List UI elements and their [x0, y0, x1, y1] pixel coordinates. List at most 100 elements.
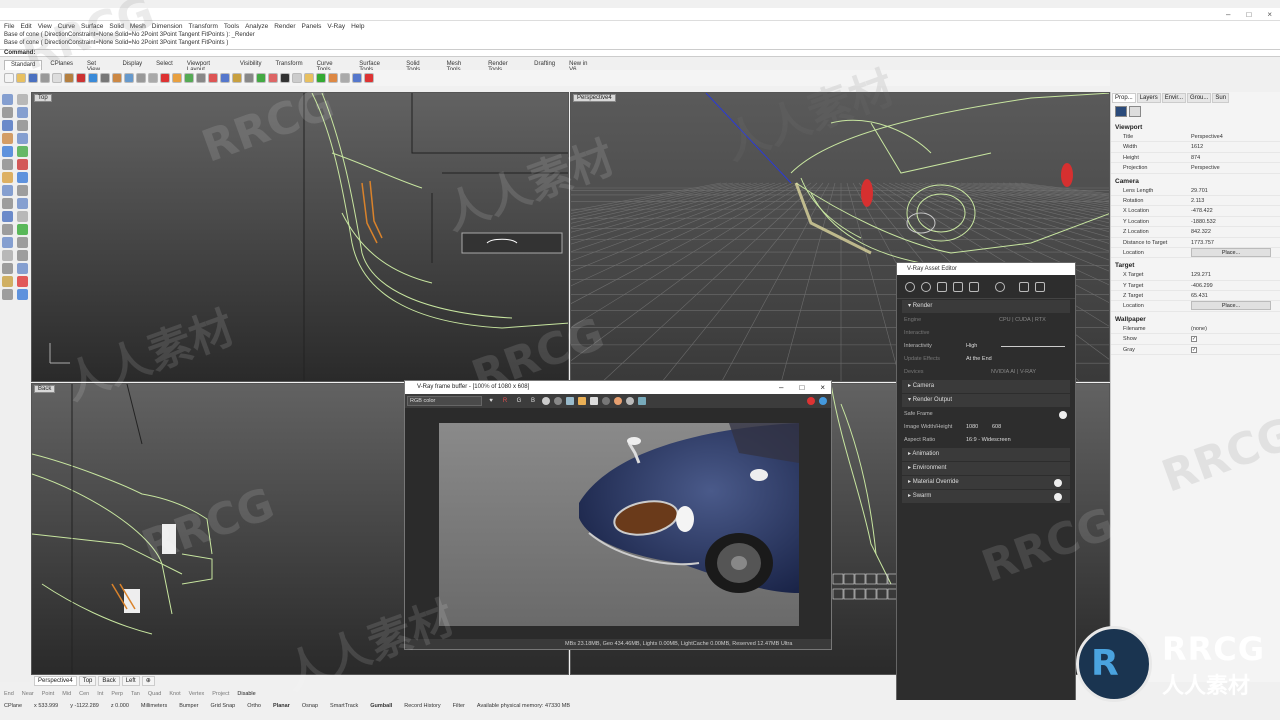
devices-value[interactable]: NVIDIA AI | V-RAY	[991, 366, 1036, 379]
history-icon[interactable]	[638, 397, 646, 405]
render-settings-icon[interactable]	[995, 281, 1005, 292]
tool-icon[interactable]	[2, 289, 13, 300]
target-prop-value[interactable]: 65.431	[1191, 291, 1280, 300]
green-channel-button[interactable]: G	[514, 398, 524, 404]
menu-solid[interactable]: Solid	[109, 23, 123, 30]
tool-icon[interactable]	[2, 263, 13, 274]
textures-icon[interactable]	[969, 281, 979, 292]
render-section[interactable]: ▾ Render	[902, 300, 1070, 313]
record-history-toggle[interactable]: Record History	[404, 703, 440, 709]
menu-file[interactable]: File	[4, 23, 14, 30]
animation-section[interactable]: ▸ Animation	[902, 448, 1070, 461]
tab-transform[interactable]: Transform	[269, 60, 308, 70]
tab-cplanes[interactable]: CPlanes	[44, 60, 79, 70]
toolbar-tool-icon[interactable]	[316, 73, 326, 83]
osnap-toggle[interactable]: Osnap	[302, 703, 318, 709]
toolbar-tool-icon[interactable]	[340, 73, 350, 83]
tool-icon[interactable]	[17, 263, 28, 274]
tab-set-view[interactable]: Set View	[81, 60, 114, 73]
tab-new-in-v6[interactable]: New in V6	[563, 60, 600, 73]
menu-analyze[interactable]: Analyze	[245, 23, 268, 30]
planar-toggle[interactable]: Planar	[273, 703, 290, 709]
tool-icon[interactable]	[17, 198, 28, 209]
maximize-icon[interactable]: □	[799, 381, 804, 394]
tool-icon[interactable]	[17, 250, 28, 261]
tool-icon[interactable]	[17, 146, 28, 157]
camera-prop-value[interactable]: 1773.757	[1191, 238, 1280, 247]
tool-icon[interactable]	[17, 237, 28, 248]
minimize-icon[interactable]: –	[1226, 10, 1230, 19]
toolbar-tool-icon[interactable]	[64, 73, 74, 83]
heart-icon[interactable]: ♥	[486, 398, 496, 404]
toolbar-tool-icon[interactable]	[292, 73, 302, 83]
tool-icon[interactable]	[17, 133, 28, 144]
toolbar-tool-icon[interactable]	[40, 73, 50, 83]
camera-prop-value[interactable]: -1880.532	[1191, 217, 1280, 226]
mono-icon[interactable]	[542, 397, 550, 405]
toolbar-tool-icon[interactable]	[268, 73, 278, 83]
osnap-disable[interactable]: Disable	[237, 691, 255, 697]
tool-icon[interactable]	[17, 172, 28, 183]
tool-icon[interactable]	[2, 120, 13, 131]
tool-icon[interactable]	[17, 120, 28, 131]
viewport-label-back[interactable]: Back	[34, 385, 56, 393]
menu-render[interactable]: Render	[274, 23, 295, 30]
region-icon[interactable]	[602, 397, 610, 405]
osnap-mid[interactable]: Mid	[62, 691, 71, 697]
engine-row[interactable]: Engine CPU | CUDA | RTX	[897, 314, 1075, 327]
target-prop-value[interactable]: -406.299	[1191, 281, 1280, 290]
viewport-label-perspective[interactable]: Perspective4	[573, 94, 616, 102]
menu-view[interactable]: View	[38, 23, 52, 30]
tab-select[interactable]: Select	[150, 60, 179, 70]
tool-icon[interactable]	[17, 224, 28, 235]
materials-icon[interactable]	[905, 281, 915, 292]
vray-asset-editor[interactable]: V-Ray Asset Editor ▾ Render Engine CPU | …	[896, 262, 1076, 707]
blue-channel-button[interactable]: B	[528, 398, 538, 404]
toolbar-tool-icon[interactable]	[172, 73, 182, 83]
tool-icon[interactable]	[2, 107, 13, 118]
toolbar-tool-icon[interactable]	[28, 73, 38, 83]
menu-transform[interactable]: Transform	[189, 23, 218, 30]
tool-icon[interactable]	[17, 289, 28, 300]
viewtab-top[interactable]: Top	[78, 676, 97, 686]
alpha-icon[interactable]	[554, 397, 562, 405]
menu-tools[interactable]: Tools	[224, 23, 239, 30]
tool-icon[interactable]	[17, 107, 28, 118]
clear-icon[interactable]	[590, 397, 598, 405]
interactivity-row[interactable]: Interactivity High	[897, 340, 1075, 353]
tool-icon[interactable]	[2, 185, 13, 196]
osnap-cen[interactable]: Cen	[79, 691, 89, 697]
geometry-icon[interactable]	[937, 281, 947, 292]
tool-icon[interactable]	[17, 185, 28, 196]
toolbar-tool-icon[interactable]	[364, 73, 374, 83]
menu-panels[interactable]: Panels	[302, 23, 322, 30]
viewport-label-top[interactable]: Top	[34, 94, 52, 102]
add-viewtab-icon[interactable]: ⊕	[141, 676, 155, 686]
toolbar-tool-icon[interactable]	[184, 73, 194, 83]
ortho-toggle[interactable]: Ortho	[247, 703, 261, 709]
menu-surface[interactable]: Surface	[81, 23, 103, 30]
filename-value[interactable]: (none)	[1191, 324, 1280, 333]
close-icon[interactable]: ×	[820, 381, 825, 394]
image-size-row[interactable]: Image Width/Height 1080 608	[897, 421, 1075, 434]
gumball-toggle[interactable]: Gumball	[370, 703, 392, 709]
viewtab-left[interactable]: Left	[121, 676, 140, 686]
tracking-icon[interactable]	[614, 397, 622, 405]
menu-dimension[interactable]: Dimension	[152, 23, 183, 30]
viewport-prop-value[interactable]: 1612	[1191, 142, 1280, 151]
safe-frame-row[interactable]: Safe Frame	[897, 408, 1075, 421]
camera-prop-value[interactable]: 2.113	[1191, 196, 1280, 205]
frame-buffer-icon[interactable]	[1035, 281, 1045, 292]
toolbar-tool-icon[interactable]	[208, 73, 218, 83]
tab-drafting[interactable]: Drafting	[528, 60, 561, 70]
settings-icon[interactable]	[626, 397, 634, 405]
toolbar-tool-icon[interactable]	[280, 73, 290, 83]
tab-environment[interactable]: Envir...	[1161, 93, 1187, 103]
interactivity-slider[interactable]	[1001, 346, 1065, 347]
tab-visibility[interactable]: Visibility	[234, 60, 268, 70]
toolbar-tool-icon[interactable]	[4, 73, 14, 83]
tab-surface-tools[interactable]: Surface Tools	[353, 60, 398, 73]
object-properties-icon[interactable]	[1129, 106, 1141, 117]
menu-edit[interactable]: Edit	[20, 23, 31, 30]
toolbar-tool-icon[interactable]	[148, 73, 158, 83]
